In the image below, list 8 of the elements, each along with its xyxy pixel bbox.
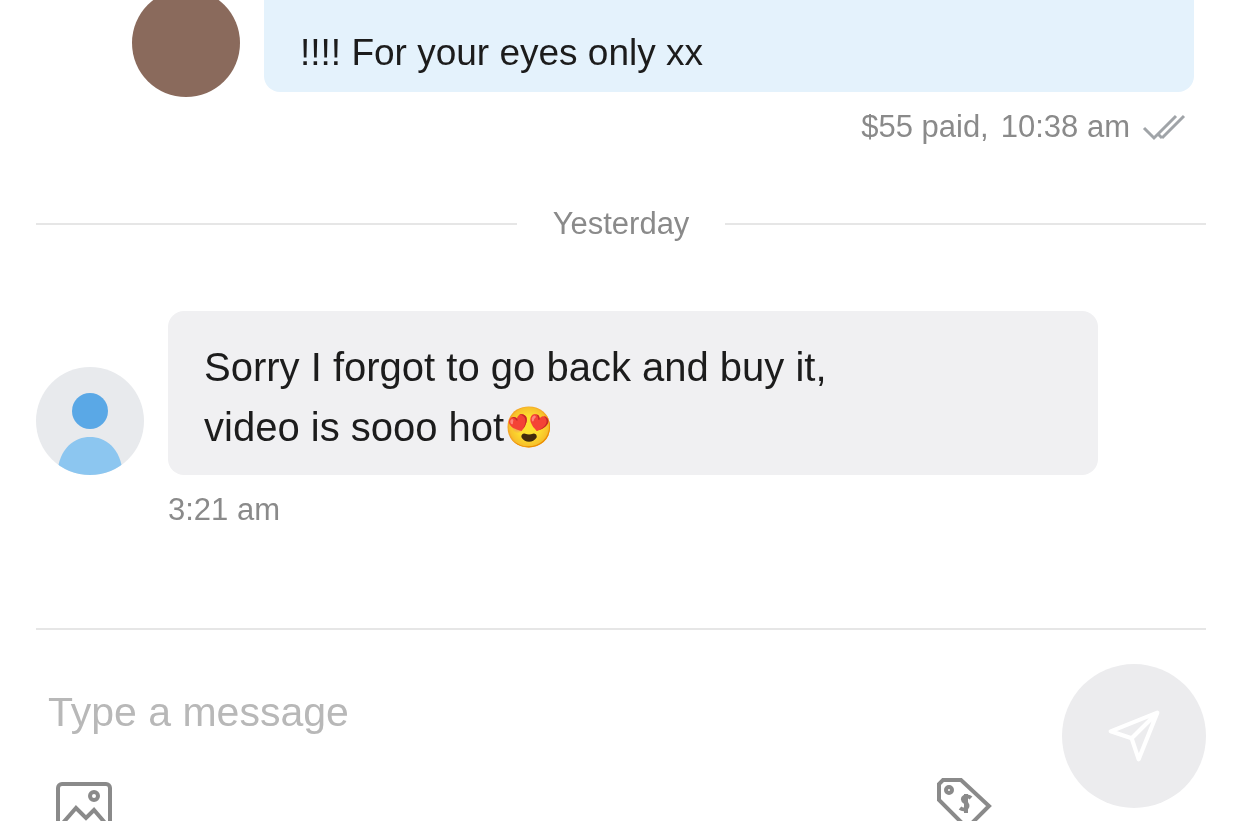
payment-status: $55 paid, <box>861 108 989 146</box>
date-divider-label: Yesterday <box>552 204 690 243</box>
message-time: 10:38 am <box>1000 108 1130 146</box>
image-icon[interactable] <box>56 782 112 821</box>
message-time: 3:21 am <box>168 492 280 527</box>
sent-message-bubble: !!!! For your eyes only xx <box>264 0 1194 92</box>
received-message-bubble: Sorry I forgot to go back and buy it, video is sooo hot😍 <box>168 311 1098 475</box>
message-input-field[interactable]: Type a message <box>48 681 748 743</box>
